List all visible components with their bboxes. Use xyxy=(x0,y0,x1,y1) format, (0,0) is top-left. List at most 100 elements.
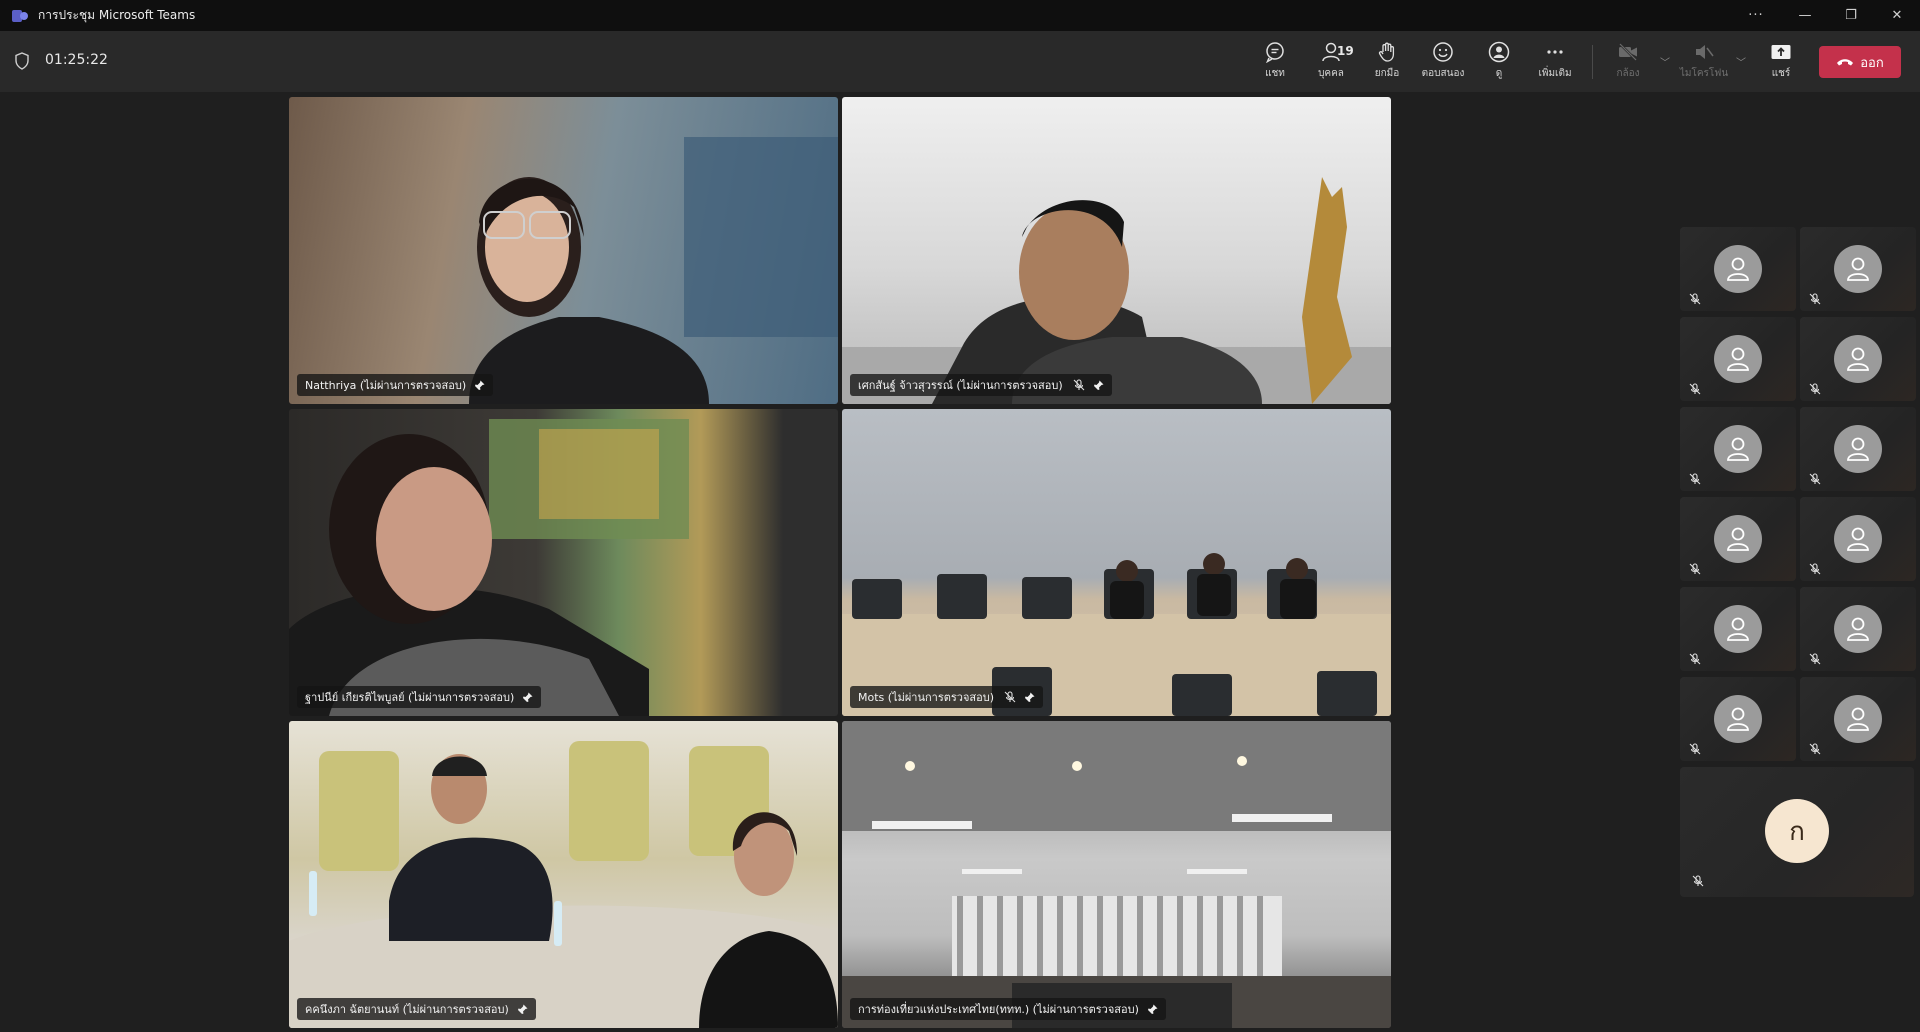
participant-video xyxy=(289,419,689,716)
mic-muted-icon xyxy=(1809,653,1821,665)
video-tile[interactable]: Mots (ไม่ผ่านการตรวจสอบ) xyxy=(842,409,1391,716)
toolbar-divider xyxy=(1592,45,1593,79)
meeting-timer: 01:25:22 xyxy=(45,52,108,68)
pin-icon xyxy=(474,380,485,390)
video-tile[interactable]: คคนึงภา ฉัตยานนท์ (ไม่ผ่านการตรวจสอบ) xyxy=(289,721,838,1028)
pin-icon xyxy=(517,1004,528,1014)
participant-video xyxy=(842,177,1391,404)
participant-video xyxy=(469,137,838,404)
avatar xyxy=(1834,515,1882,563)
person-icon xyxy=(1727,257,1749,281)
participant-name-tag: ฐาปนีย์ เกียรติไพบูลย์ (ไม่ผ่านการตรวจสอ… xyxy=(297,686,542,708)
participant-name-tag: เศกสันฐ์ จ้าวสุวรรณ์ (ไม่ผ่านการตรวจสอบ) xyxy=(850,374,1112,396)
close-button[interactable]: ✕ xyxy=(1874,0,1920,31)
video-tile[interactable]: ฐาปนีย์ เกียรติไพบูลย์ (ไม่ผ่านการตรวจสอ… xyxy=(289,409,838,716)
participant-tile[interactable] xyxy=(1800,587,1916,671)
participant-name-tag: คคนึงภา ฉัตยานนท์ (ไม่ผ่านการตรวจสอบ) xyxy=(297,998,536,1020)
window-title: การประชุม Microsoft Teams xyxy=(38,8,196,22)
mic-button[interactable]: ไมโครโฟน xyxy=(1678,41,1730,87)
participant-video xyxy=(842,721,1391,1028)
participant-video xyxy=(289,741,838,1028)
avatar-initial: ก xyxy=(1765,799,1829,863)
view-button[interactable]: ดู xyxy=(1473,41,1525,87)
mic-options-chevron-icon[interactable]: ﹀ xyxy=(1736,54,1746,69)
person-icon xyxy=(1847,437,1869,461)
more-label: เพิ่มเติม xyxy=(1538,68,1572,79)
participant-tile[interactable] xyxy=(1680,317,1796,401)
participant-tile[interactable] xyxy=(1800,407,1916,491)
person-icon xyxy=(1727,347,1749,371)
window-more-button[interactable]: ··· xyxy=(1736,0,1776,31)
raise-hand-button[interactable]: ยกมือ xyxy=(1361,41,1413,87)
view-icon xyxy=(1488,41,1510,63)
mic-muted-icon xyxy=(1004,691,1016,703)
title-bar: การประชุม Microsoft Teams ··· — ❐ ✕ xyxy=(0,0,1920,31)
people-label: บุคคล xyxy=(1318,68,1344,79)
participant-tile[interactable] xyxy=(1680,227,1796,311)
leave-button[interactable]: ออก xyxy=(1819,46,1901,78)
smile-icon xyxy=(1433,42,1453,62)
camera-options-chevron-icon[interactable]: ﹀ xyxy=(1660,54,1670,69)
participant-tile[interactable] xyxy=(1800,227,1916,311)
people-button[interactable]: 19 บุคคล xyxy=(1305,41,1357,87)
avatar xyxy=(1714,245,1762,293)
avatar xyxy=(1834,335,1882,383)
meeting-toolbar: 01:25:22 แชท 19 บุคคล ยกมือ ตอบสนอง ดู เ… xyxy=(0,31,1920,92)
person-icon xyxy=(1727,707,1749,731)
participant-tile-initial[interactable]: ก xyxy=(1680,767,1914,897)
video-tile[interactable]: การท่องเที่ยวแห่งประเทศไทย(ททท.) (ไม่ผ่า… xyxy=(842,721,1391,1028)
participant-tile[interactable] xyxy=(1680,587,1796,671)
restore-button[interactable]: ❐ xyxy=(1828,0,1874,31)
participant-tile[interactable] xyxy=(1680,677,1796,761)
mic-muted-icon xyxy=(1689,743,1701,755)
view-label: ดู xyxy=(1495,68,1503,79)
raise-hand-label: ยกมือ xyxy=(1374,68,1400,79)
participant-tile[interactable] xyxy=(1800,677,1916,761)
raise-hand-icon xyxy=(1378,42,1395,62)
pin-icon xyxy=(1093,380,1104,390)
mic-label: ไมโครโฟน xyxy=(1679,68,1729,79)
camera-off-icon xyxy=(1619,43,1637,61)
participant-video xyxy=(842,553,1391,716)
participant-tile[interactable] xyxy=(1800,317,1916,401)
more-button[interactable]: เพิ่มเติม xyxy=(1529,41,1581,87)
person-icon xyxy=(1847,347,1869,371)
participant-name: คคนึงภา ฉัตยานนท์ (ไม่ผ่านการตรวจสอบ) xyxy=(305,1003,509,1016)
participant-tile[interactable] xyxy=(1680,497,1796,581)
camera-button[interactable]: กล้อง xyxy=(1602,41,1654,87)
avatar xyxy=(1714,695,1762,743)
shield-icon xyxy=(15,52,29,70)
video-tile[interactable]: Natthriya (ไม่ผ่านการตรวจสอบ) xyxy=(289,97,838,404)
person-icon xyxy=(1727,617,1749,641)
video-tile[interactable]: เศกสันฐ์ จ้าวสุวรรณ์ (ไม่ผ่านการตรวจสอบ) xyxy=(842,97,1391,404)
share-icon xyxy=(1771,45,1791,59)
chat-button[interactable]: แชท xyxy=(1249,41,1301,87)
react-button[interactable]: ตอบสนอง xyxy=(1417,41,1469,87)
pin-icon xyxy=(1024,692,1035,702)
avatar xyxy=(1714,605,1762,653)
participant-name: เศกสันฐ์ จ้าวสุวรรณ์ (ไม่ผ่านการตรวจสอบ) xyxy=(858,379,1063,392)
person-icon xyxy=(1847,527,1869,551)
participant-name-tag: การท่องเที่ยวแห่งประเทศไทย(ททท.) (ไม่ผ่า… xyxy=(850,998,1166,1020)
leave-label: ออก xyxy=(1860,55,1884,71)
participant-name: Natthriya (ไม่ผ่านการตรวจสอบ) xyxy=(305,379,467,392)
chat-icon xyxy=(1266,42,1284,63)
share-button[interactable]: แชร์ xyxy=(1755,41,1807,87)
participant-name: Mots (ไม่ผ่านการตรวจสอบ) xyxy=(858,691,994,704)
avatar xyxy=(1714,335,1762,383)
react-label: ตอบสนอง xyxy=(1421,68,1465,79)
phone-hangup-icon xyxy=(1837,59,1854,66)
participant-tile[interactable] xyxy=(1800,497,1916,581)
mic-muted-icon xyxy=(1809,563,1821,575)
mic-muted-icon xyxy=(1809,743,1821,755)
mic-muted-icon xyxy=(1689,293,1701,305)
share-label: แชร์ xyxy=(1771,68,1791,79)
participant-name: ฐาปนีย์ เกียรติไพบูลย์ (ไม่ผ่านการตรวจสอ… xyxy=(305,691,515,704)
camera-label: กล้อง xyxy=(1616,68,1640,79)
minimize-button[interactable]: — xyxy=(1782,0,1828,31)
participant-name-tag: Natthriya (ไม่ผ่านการตรวจสอบ) xyxy=(297,374,494,396)
person-icon xyxy=(1727,527,1749,551)
participant-tile[interactable] xyxy=(1680,407,1796,491)
person-icon xyxy=(1847,707,1869,731)
mic-muted-icon xyxy=(1689,383,1701,395)
